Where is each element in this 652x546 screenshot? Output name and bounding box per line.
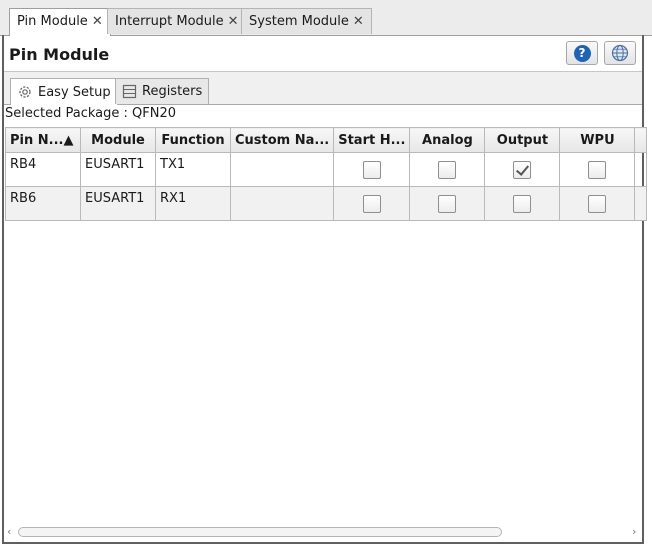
tab-registers[interactable]: Registers bbox=[115, 78, 210, 104]
tab-easy-setup[interactable]: Easy Setup bbox=[10, 78, 118, 105]
tab-label: System Module bbox=[249, 14, 349, 29]
analog-checkbox[interactable] bbox=[438, 194, 457, 213]
column-header-start-high[interactable]: Start H... bbox=[333, 127, 411, 153]
overflow-cell bbox=[634, 152, 648, 187]
scroll-right-icon[interactable]: › bbox=[632, 525, 636, 538]
close-icon[interactable]: ✕ bbox=[353, 14, 364, 29]
column-header-function[interactable]: Function bbox=[155, 127, 231, 153]
tab-interrupt-module[interactable]: Interrupt Module ✕ bbox=[107, 8, 247, 34]
panel-header: Pin Module ? bbox=[4, 36, 642, 71]
function-cell: RX1 bbox=[155, 186, 231, 221]
start-high-cell bbox=[333, 152, 411, 187]
table-row[interactable]: RB6 EUSART1 RX1 bbox=[5, 186, 648, 221]
column-header-wpu[interactable]: WPU bbox=[559, 127, 636, 153]
function-cell: TX1 bbox=[155, 152, 231, 187]
table-row[interactable]: RB4 EUSART1 TX1 bbox=[5, 152, 648, 187]
column-header-analog[interactable]: Analog bbox=[409, 127, 486, 153]
start-high-checkbox[interactable] bbox=[362, 194, 381, 213]
globe-icon bbox=[611, 44, 629, 62]
tab-label: Easy Setup bbox=[38, 84, 111, 100]
tab-label: Pin Module bbox=[17, 14, 88, 29]
start-high-checkbox[interactable] bbox=[362, 160, 381, 179]
horizontal-scrollbar[interactable]: ‹ › bbox=[4, 524, 642, 540]
output-checkbox[interactable] bbox=[513, 194, 532, 213]
wpu-checkbox[interactable] bbox=[588, 160, 607, 179]
analog-cell bbox=[409, 152, 486, 187]
scroll-left-icon[interactable]: ‹ bbox=[7, 525, 11, 538]
tab-label: Registers bbox=[142, 84, 203, 99]
analog-cell bbox=[409, 186, 486, 221]
column-header-module[interactable]: Module bbox=[80, 127, 156, 153]
globe-button[interactable] bbox=[604, 41, 636, 65]
help-button[interactable]: ? bbox=[566, 41, 598, 65]
start-high-cell bbox=[333, 186, 411, 221]
column-header-output[interactable]: Output bbox=[484, 127, 561, 153]
output-checkbox[interactable] bbox=[513, 160, 532, 179]
tab-label: Interrupt Module bbox=[115, 14, 224, 29]
table-header-row: Pin N...▲ Module Function Custom Na... S… bbox=[5, 127, 648, 153]
custom-name-cell[interactable] bbox=[229, 152, 335, 187]
gear-icon bbox=[19, 86, 31, 98]
output-cell bbox=[484, 186, 561, 221]
scrollbar-thumb[interactable] bbox=[18, 527, 502, 537]
column-header-pin-name[interactable]: Pin N...▲ bbox=[5, 127, 81, 153]
module-cell: EUSART1 bbox=[80, 186, 156, 221]
output-cell bbox=[484, 152, 561, 187]
close-icon[interactable]: ✕ bbox=[228, 14, 239, 29]
wpu-cell bbox=[559, 186, 636, 221]
document-tab-bar: Pin Module ✕ Interrupt Module ✕ System Mod… bbox=[0, 0, 652, 36]
wpu-checkbox[interactable] bbox=[588, 194, 607, 213]
register-list-icon bbox=[122, 84, 137, 99]
question-mark-icon: ? bbox=[573, 44, 591, 62]
tab-system-module[interactable]: System Module ✕ bbox=[241, 8, 372, 34]
wpu-cell bbox=[559, 152, 636, 187]
overflow-cell bbox=[634, 186, 648, 221]
inner-tab-bar: Easy Setup Registers bbox=[4, 72, 642, 105]
page-title: Pin Module bbox=[9, 45, 110, 64]
column-header-custom-name[interactable]: Custom Na... bbox=[229, 127, 335, 153]
selected-package-label: Selected Package : QFN20 bbox=[5, 106, 176, 121]
tab-pin-module[interactable]: Pin Module ✕ bbox=[9, 8, 111, 36]
pin-cell: RB6 bbox=[5, 186, 81, 221]
pin-table: Pin N...▲ Module Function Custom Na... S… bbox=[5, 127, 648, 221]
module-cell: EUSART1 bbox=[80, 152, 156, 187]
pin-cell: RB4 bbox=[5, 152, 81, 187]
analog-checkbox[interactable] bbox=[438, 160, 457, 179]
close-icon[interactable]: ✕ bbox=[92, 14, 103, 29]
column-header-overflow bbox=[634, 127, 648, 153]
custom-name-cell[interactable] bbox=[229, 186, 335, 221]
